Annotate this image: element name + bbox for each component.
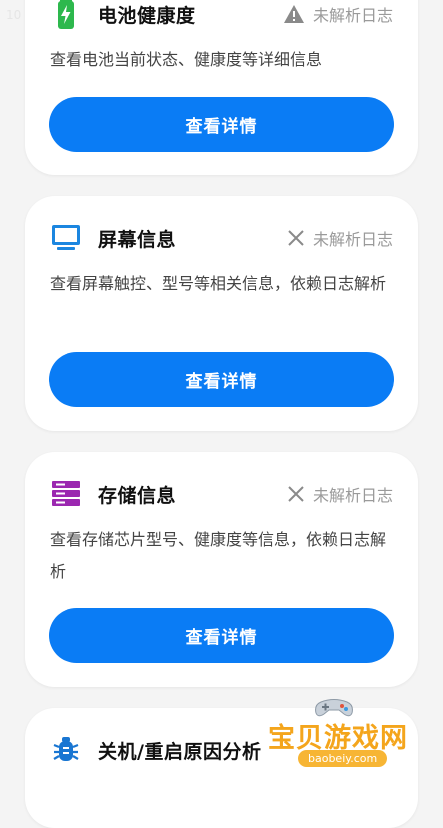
card-title: 屏幕信息 [98,229,177,251]
close-icon [288,230,304,246]
card-header: 存储信息 未解析日志 [50,479,393,509]
storage-icon [50,479,82,509]
storage-info-card: 存储信息 未解析日志 查看存储芯片型号、健康度等信息，依赖日志解析 查看详情 [25,452,418,687]
card-description: 查看电池当前状态、健康度等详细信息 [50,50,323,69]
battery-charging-icon [50,0,82,29]
card-description: 查看存储芯片型号、健康度等信息，依赖日志解析 [50,530,387,581]
card-title: 电池健康度 [98,5,196,27]
bug-icon [50,735,82,765]
view-details-button[interactable]: 查看详情 [49,352,394,407]
warning-icon [283,5,304,23]
view-details-button[interactable]: 查看详情 [49,97,394,152]
screen-info-card: 屏幕信息 未解析日志 查看屏幕触控、型号等相关信息，依赖日志解析 查看详情 [25,196,418,431]
status-bar-time: 10 [6,8,22,22]
view-details-button[interactable]: 查看详情 [49,608,394,663]
watermark-url: baobeiy.com [298,750,388,767]
card-status: 未解析日志 [283,2,393,26]
battery-health-card: 电池健康度 未解析日志 查看电池当前状态、健康度等详细信息 查看详情 [25,0,418,175]
monitor-icon [50,223,82,253]
card-title: 关机/重启原因分析 [98,741,262,763]
card-header: 电池健康度 未解析日志 [50,0,393,29]
card-title: 存储信息 [98,485,177,507]
card-status-label: 未解析日志 [312,6,393,25]
card-header: 屏幕信息 未解析日志 [50,223,393,253]
close-icon [288,486,304,502]
card-status: 未解析日志 [287,226,393,250]
card-description: 查看屏幕触控、型号等相关信息，依赖日志解析 [50,274,387,293]
watermark-logo: 宝贝游戏网 baobeiy.com [265,699,415,780]
card-status: 未解析日志 [287,482,393,506]
card-status-label: 未解析日志 [312,486,393,505]
card-status-label: 未解析日志 [312,230,393,249]
